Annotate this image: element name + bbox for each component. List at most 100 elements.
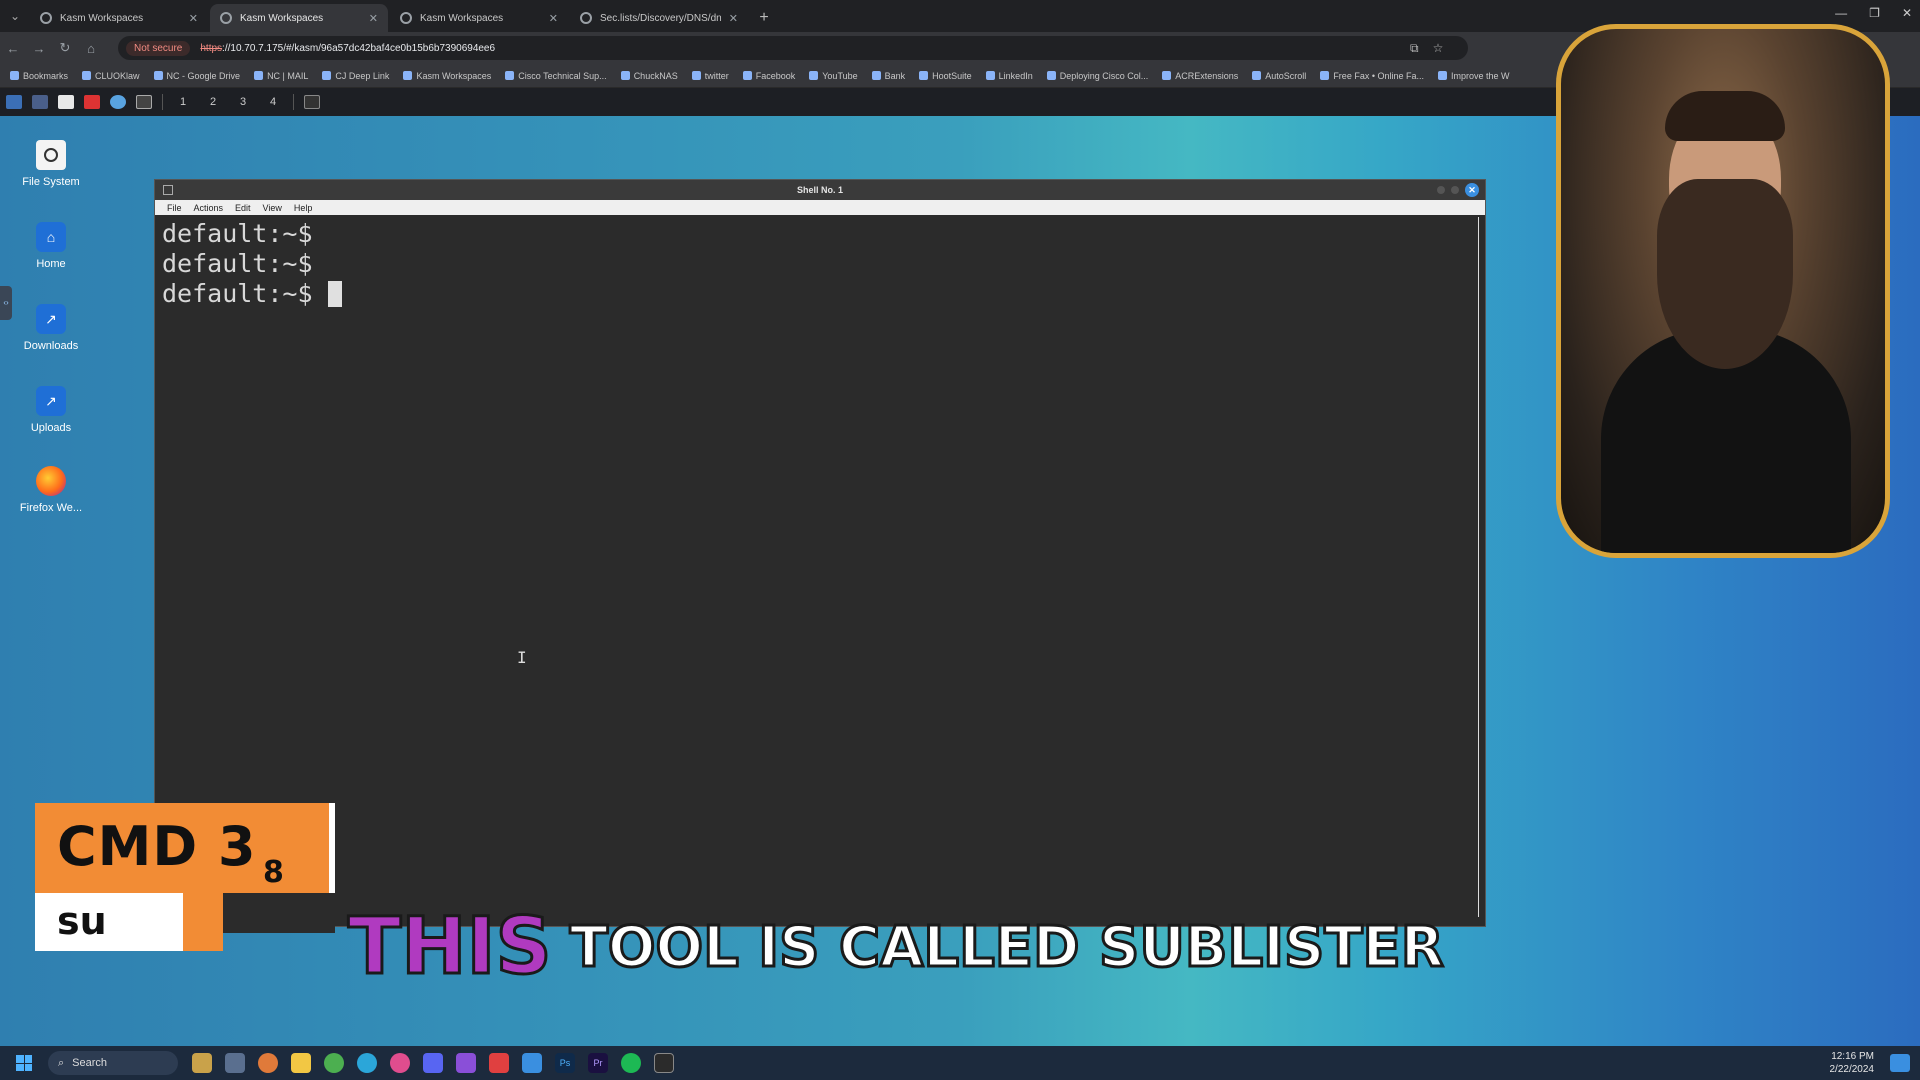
file-manager-icon[interactable] — [58, 95, 74, 109]
app-menu-icon[interactable] — [6, 95, 22, 109]
workspace-3[interactable]: 3 — [233, 96, 253, 108]
task-view-icon[interactable] — [225, 1053, 245, 1073]
terminal-window-button-icon[interactable] — [304, 95, 320, 109]
url-scheme: https — [200, 42, 223, 54]
edge-icon[interactable] — [357, 1053, 377, 1073]
bookmark-item[interactable]: Facebook — [742, 70, 796, 81]
bookmark-favicon-icon — [1438, 70, 1447, 80]
bookmark-item[interactable]: Improve the W — [1438, 70, 1510, 81]
install-app-icon[interactable]: ⧉ — [1410, 41, 1419, 56]
bookmark-item[interactable]: YouTube — [809, 70, 858, 81]
desktop-icon-downloads[interactable]: ↗ Downloads — [10, 304, 92, 352]
forward-icon[interactable]: → — [26, 41, 52, 56]
close-tab-icon[interactable]: ✕ — [729, 12, 738, 25]
bookmark-item[interactable]: twitter — [691, 70, 729, 81]
taskbar-search[interactable]: ⌕ Search — [48, 1051, 178, 1075]
bookmark-label: Facebook — [755, 70, 796, 81]
browser-tab[interactable]: Kasm Workspaces ✕ — [390, 4, 568, 32]
new-tab-button[interactable]: + — [750, 4, 778, 32]
bookmark-item[interactable]: Kasm Workspaces — [403, 70, 491, 81]
close-tab-icon[interactable]: ✕ — [369, 12, 378, 25]
terminal-window[interactable]: Shell No. 1 ✕ File Actions Edit View Hel… — [154, 179, 1486, 927]
panel-separator — [293, 94, 294, 110]
bookmark-favicon-icon — [254, 70, 264, 80]
command-badge-accent — [223, 893, 335, 933]
tab-search-icon[interactable]: ⌄ — [0, 0, 30, 32]
browser-tab[interactable]: Kasm Workspaces ✕ — [30, 4, 208, 32]
bookmark-label: ACRExtensions — [1175, 70, 1239, 81]
bookmark-item[interactable]: NC - Google Drive — [153, 70, 240, 81]
workspace-2[interactable]: 2 — [203, 96, 223, 108]
widget-icon[interactable] — [192, 1053, 212, 1073]
webcam-overlay — [1556, 24, 1890, 558]
bookmark-label: Cisco Technical Sup... — [518, 70, 607, 81]
spotify-icon[interactable] — [621, 1053, 641, 1073]
desktop-icon-firefox[interactable]: Firefox We... — [10, 466, 92, 514]
desktop-icon-home[interactable]: ⌂ Home — [10, 222, 92, 270]
terminal-output[interactable]: default:~$ default:~$ default:~$ I — [155, 215, 1485, 928]
bookmark-item[interactable]: Deploying Cisco Col... — [1046, 70, 1148, 81]
menu-view[interactable]: View — [263, 203, 282, 213]
menu-actions[interactable]: Actions — [194, 203, 224, 213]
bookmark-item[interactable]: ACRExtensions — [1162, 70, 1239, 81]
back-icon[interactable]: ← — [0, 41, 26, 56]
text-editor-icon[interactable] — [84, 95, 100, 109]
bookmark-star-icon[interactable]: ☆ — [1433, 41, 1444, 56]
terminal-icon[interactable] — [654, 1053, 674, 1073]
minimize-icon[interactable]: — — [1835, 6, 1847, 20]
menu-edit[interactable]: Edit — [235, 203, 251, 213]
bookmark-item[interactable]: Free Fax • Online Fa... — [1320, 70, 1424, 81]
reload-icon[interactable]: ↻ — [52, 40, 78, 56]
menu-file[interactable]: File — [167, 203, 182, 213]
taskbar-clock[interactable]: 12:16 PM 2/22/2024 — [1830, 1050, 1875, 1076]
discord-icon[interactable] — [423, 1053, 443, 1073]
not-secure-badge[interactable]: Not secure — [126, 40, 191, 56]
window-menu-icon[interactable] — [163, 185, 173, 195]
bookmark-item[interactable]: NC | MAIL — [254, 70, 308, 81]
chat-app-icon[interactable] — [489, 1053, 509, 1073]
bookmark-item[interactable]: Bank — [871, 70, 905, 81]
browser-tab[interactable]: Sec.lists/Discovery/DNS/dns-li ✕ — [570, 4, 748, 32]
caption-text: TOOL IS CALLED SUBLISTER — [568, 913, 1445, 981]
terminal-scrollbar[interactable] — [1478, 217, 1484, 917]
close-tab-icon[interactable]: ✕ — [549, 12, 558, 25]
notification-icon[interactable] — [1890, 1054, 1910, 1072]
bookmark-item[interactable]: HootSuite — [919, 70, 972, 81]
file-explorer-icon[interactable] — [291, 1053, 311, 1073]
calculator-icon[interactable] — [522, 1053, 542, 1073]
terminal-icon[interactable] — [136, 95, 152, 109]
paint-icon[interactable] — [258, 1053, 278, 1073]
slack-icon[interactable] — [390, 1053, 410, 1073]
close-tab-icon[interactable]: ✕ — [189, 12, 198, 25]
desktop-icon-uploads[interactable]: ↗ Uploads — [10, 386, 92, 434]
bookmark-item[interactable]: CLUOKlaw — [82, 70, 140, 81]
bookmark-item[interactable]: AutoScroll — [1252, 70, 1306, 81]
menu-help[interactable]: Help — [294, 203, 313, 213]
workspace-1[interactable]: 1 — [173, 96, 193, 108]
premiere-icon[interactable]: Pr — [588, 1053, 608, 1073]
browser-tab-active[interactable]: Kasm Workspaces ✕ — [210, 4, 388, 32]
restore-icon[interactable]: ❐ — [1869, 6, 1880, 20]
workspace-4[interactable]: 4 — [263, 96, 283, 108]
bookmark-item[interactable]: CJ Deep Link — [322, 70, 389, 81]
web-browser-icon[interactable] — [110, 95, 126, 109]
desktop-icon-file-system[interactable]: File System — [10, 140, 92, 188]
bookmark-item[interactable]: Cisco Technical Sup... — [505, 70, 607, 81]
chrome-icon[interactable] — [324, 1053, 344, 1073]
close-window-icon[interactable]: ✕ — [1902, 6, 1912, 20]
address-bar[interactable]: Not secure https://10.70.7.175/#/kasm/96… — [118, 36, 1468, 60]
show-desktop-icon[interactable] — [32, 95, 48, 109]
maximize-icon[interactable] — [1451, 186, 1459, 194]
obsidian-icon[interactable] — [456, 1053, 476, 1073]
close-icon[interactable]: ✕ — [1465, 183, 1479, 197]
home-icon[interactable]: ⌂ — [78, 41, 104, 56]
terminal-titlebar[interactable]: Shell No. 1 ✕ — [155, 180, 1485, 200]
search-placeholder: Search — [72, 1057, 108, 1069]
bookmark-item[interactable]: LinkedIn — [985, 70, 1033, 81]
minimize-icon[interactable] — [1437, 186, 1445, 194]
terminal-window-buttons: ✕ — [1437, 183, 1479, 197]
bookmark-item[interactable]: ChuckNAS — [620, 70, 678, 81]
photoshop-icon[interactable]: Ps — [555, 1053, 575, 1073]
start-windows-icon[interactable] — [16, 1055, 32, 1071]
bookmarks-menu[interactable]: Bookmarks — [10, 70, 68, 81]
